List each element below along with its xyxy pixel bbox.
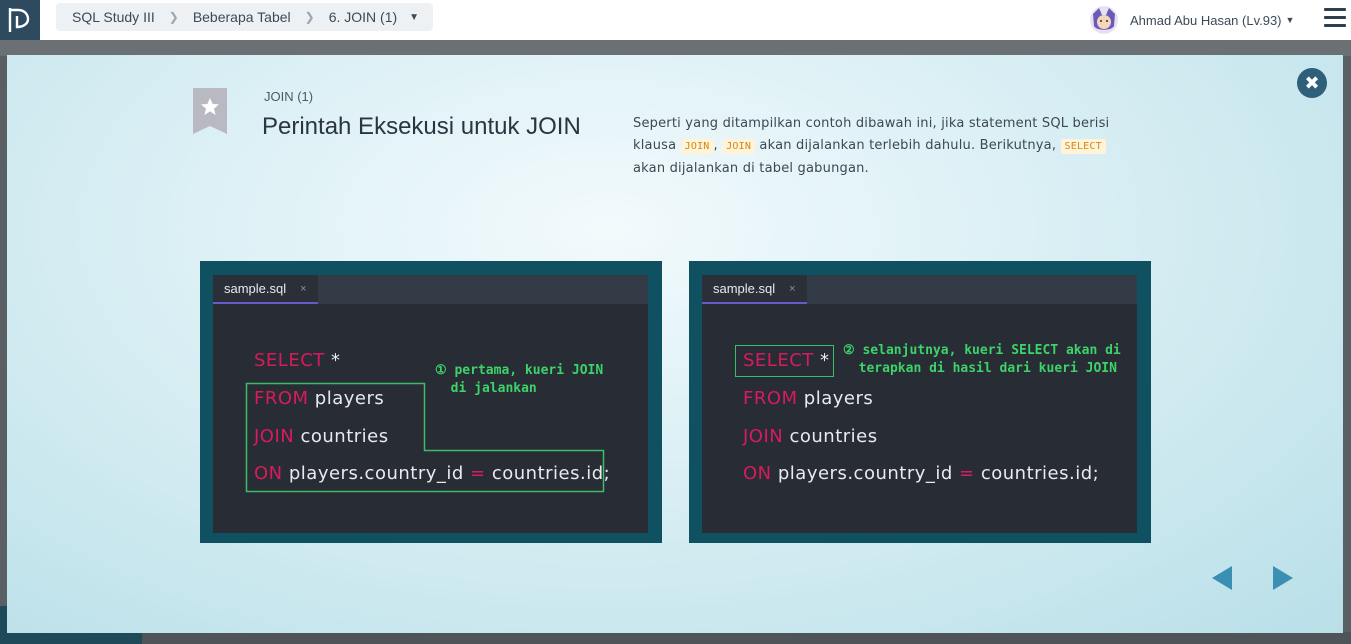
- editor-tab-bar: sample.sql ×: [702, 275, 1137, 304]
- sql-text: players.country_id: [771, 463, 960, 484]
- close-icon[interactable]: ×: [789, 283, 795, 295]
- background-bottom: [0, 632, 1351, 644]
- breadcrumb-lesson[interactable]: 6. JOIN (1): [327, 9, 399, 25]
- editor-tab[interactable]: sample.sql ×: [702, 275, 807, 304]
- code-line: JOIN countries: [743, 426, 878, 447]
- user-menu[interactable]: Ahmad Abu Hasan (Lv.93) ▼: [1090, 6, 1294, 34]
- chevron-right-icon: ❯: [304, 10, 315, 24]
- menu-icon[interactable]: [1324, 8, 1346, 28]
- chevron-right-icon: ❯: [168, 10, 179, 24]
- sql-text: countries: [783, 426, 878, 447]
- code-tag-join: JOIN: [722, 139, 756, 154]
- annotation-note: ② selanjutnya, kueri SELECT akan di tera…: [843, 343, 1121, 376]
- code-editor: sample.sql × SELECT * FROM players JOIN …: [213, 275, 648, 533]
- code-panel-left: sample.sql × SELECT * FROM players JOIN …: [200, 261, 662, 543]
- desc-text: ,: [713, 138, 723, 153]
- breadcrumb: SQL Study III ❯ Beberapa Tabel ❯ 6. JOIN…: [56, 3, 434, 31]
- annotation-note: ① pertama, kueri JOIN di jalankan: [435, 363, 604, 396]
- sql-operator: =: [959, 463, 975, 484]
- breadcrumb-course[interactable]: SQL Study III: [70, 9, 157, 25]
- next-arrow-icon[interactable]: [1271, 563, 1295, 593]
- user-name: Ahmad Abu Hasan (Lv.93): [1130, 12, 1282, 28]
- sql-text: players: [797, 388, 874, 409]
- join-highlight-box: [245, 382, 605, 493]
- sql-keyword: FROM: [743, 388, 798, 409]
- logo-icon[interactable]: [0, 0, 40, 40]
- slide-modal: ✖ JOIN (1) Perintah Eksekusi untuk JOIN …: [7, 55, 1343, 633]
- code-line: FROM players: [743, 388, 873, 409]
- close-icon[interactable]: ✖: [1297, 68, 1327, 98]
- sql-text: countries.id;: [974, 463, 1100, 484]
- sql-keyword: JOIN: [743, 426, 784, 447]
- code-tag-select: SELECT: [1060, 139, 1106, 154]
- lesson-description: Seperti yang ditampilkan contoh dibawah …: [633, 113, 1153, 180]
- background-strip: [0, 40, 1351, 56]
- avatar: [1090, 6, 1118, 34]
- sql-keyword: ON: [743, 463, 772, 484]
- caret-down-icon[interactable]: ▼: [409, 12, 419, 23]
- code-editor: sample.sql × SELECT * FROM players JOIN …: [702, 275, 1137, 533]
- prev-arrow-icon[interactable]: [1210, 563, 1234, 593]
- desc-text: akan dijalankan terlebih dahulu. Berikut…: [755, 138, 1061, 153]
- caret-down-icon: ▼: [1285, 15, 1295, 25]
- code-tag-join: JOIN: [680, 139, 714, 154]
- breadcrumb-chapter[interactable]: Beberapa Tabel: [191, 9, 293, 25]
- lesson-title: Perintah Eksekusi untuk JOIN: [262, 113, 581, 140]
- bookmark-icon[interactable]: [193, 88, 227, 141]
- lesson-subtitle: JOIN (1): [264, 89, 314, 104]
- select-highlight-box: [735, 345, 834, 377]
- top-bar: SQL Study III ❯ Beberapa Tabel ❯ 6. JOIN…: [0, 0, 1351, 41]
- tab-label: sample.sql: [713, 281, 776, 296]
- code-panel-right: sample.sql × SELECT * FROM players JOIN …: [689, 261, 1151, 543]
- code-line: ON players.country_id = countries.id;: [743, 463, 1099, 484]
- desc-text: akan dijalankan di tabel gabungan.: [633, 161, 869, 176]
